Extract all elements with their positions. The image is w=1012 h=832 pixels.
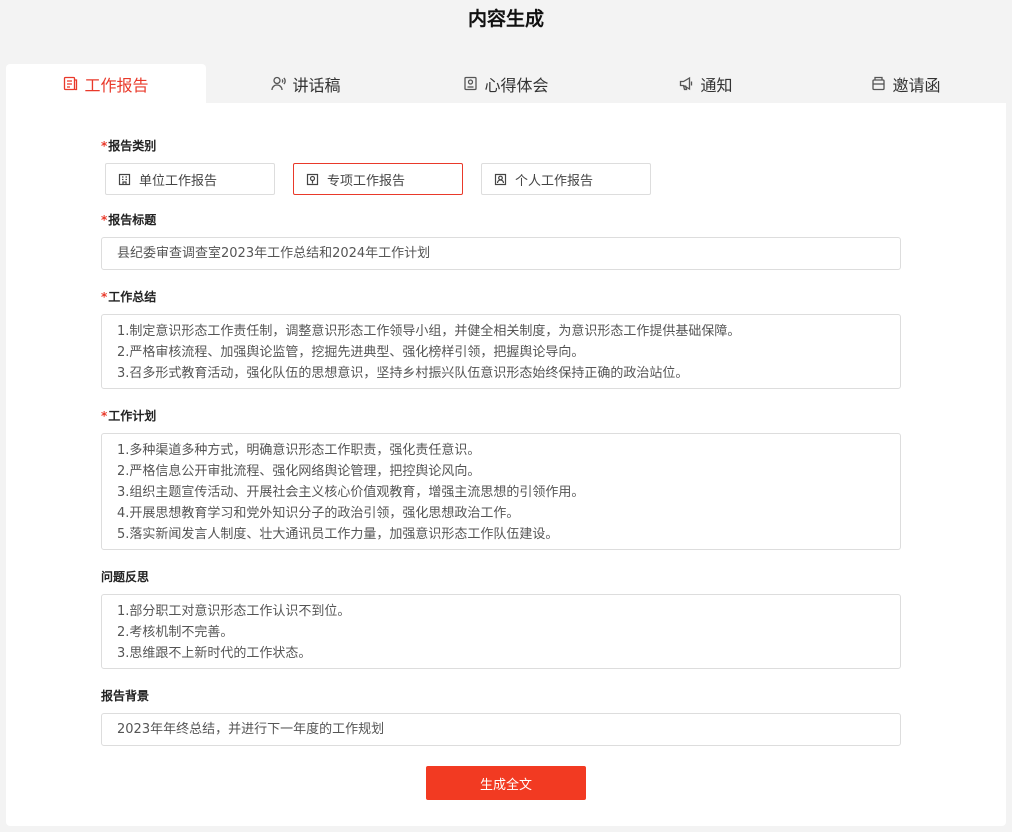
report-title-input[interactable]: 县纪委审查调查室2023年工作总结和2024年工作计划: [101, 237, 901, 270]
invitation-icon: [871, 76, 886, 91]
reflection-label: 问题反思: [101, 570, 150, 584]
tab-label: 心得体会: [484, 75, 549, 95]
page-title: 内容生成: [467, 8, 544, 30]
reflection-textarea[interactable]: 1.部分职工对意识形态工作认识不到位。 2.考核机制不完善。 3.思维跟不上新时…: [101, 594, 901, 669]
type-unit-report-button[interactable]: 单位工作报告: [105, 163, 275, 195]
tab-label: 讲话稿: [292, 75, 341, 95]
work-plan-textarea[interactable]: 1.多种渠道多种方式，明确意识形态工作职责，强化责任意识。 2.严格信息公开审批…: [101, 433, 901, 550]
notebook-icon: [463, 76, 478, 91]
megaphone-icon: [679, 76, 694, 91]
type-personal-report-button[interactable]: 个人工作报告: [481, 163, 651, 195]
person-card-icon: [494, 173, 507, 186]
tab-label: 邀请函: [892, 75, 941, 95]
tab-bar: 工作报告 讲话稿 心得体会 通知 邀请函: [6, 64, 1006, 103]
background-input[interactable]: 2023年年终总结，并进行下一年度的工作规划: [101, 713, 901, 746]
type-label: 单位工作报告: [139, 173, 218, 189]
tab-invitation[interactable]: 邀请函: [806, 64, 1006, 103]
work-summary-textarea[interactable]: 1.制定意识形态工作责任制，调整意识形态工作领导小组，并健全相关制度，为意识形态…: [101, 314, 901, 389]
work-summary-label: *工作总结: [101, 290, 157, 304]
tab-experience[interactable]: 心得体会: [406, 64, 606, 103]
report-title-label: *报告标题: [101, 213, 157, 227]
tab-notice[interactable]: 通知: [606, 64, 806, 103]
report-type-label: *报告类别: [101, 139, 157, 153]
type-label: 个人工作报告: [515, 173, 594, 189]
user-speech-icon: [271, 76, 287, 91]
tab-label: 工作报告: [84, 75, 149, 95]
required-mark: *: [101, 290, 108, 304]
background-label: 报告背景: [101, 689, 150, 703]
required-mark: *: [101, 139, 108, 153]
type-label: 专项工作报告: [327, 173, 406, 189]
generate-full-text-button[interactable]: 生成全文: [426, 766, 586, 800]
required-mark: *: [101, 213, 108, 227]
document-icon: [63, 76, 78, 91]
target-doc-icon: [306, 173, 319, 186]
tab-work-report[interactable]: 工作报告: [6, 64, 206, 103]
type-special-report-button[interactable]: 专项工作报告: [293, 163, 463, 195]
form-card: *报告类别 单位工作报告 专项工作报告 个人工作报告 *报告标题 县纪委审查调查…: [6, 103, 1006, 826]
required-mark: *: [101, 409, 108, 423]
building-icon: [118, 173, 131, 186]
tab-label: 通知: [700, 75, 733, 95]
tab-speech[interactable]: 讲话稿: [206, 64, 406, 103]
work-plan-label: *工作计划: [101, 409, 157, 423]
